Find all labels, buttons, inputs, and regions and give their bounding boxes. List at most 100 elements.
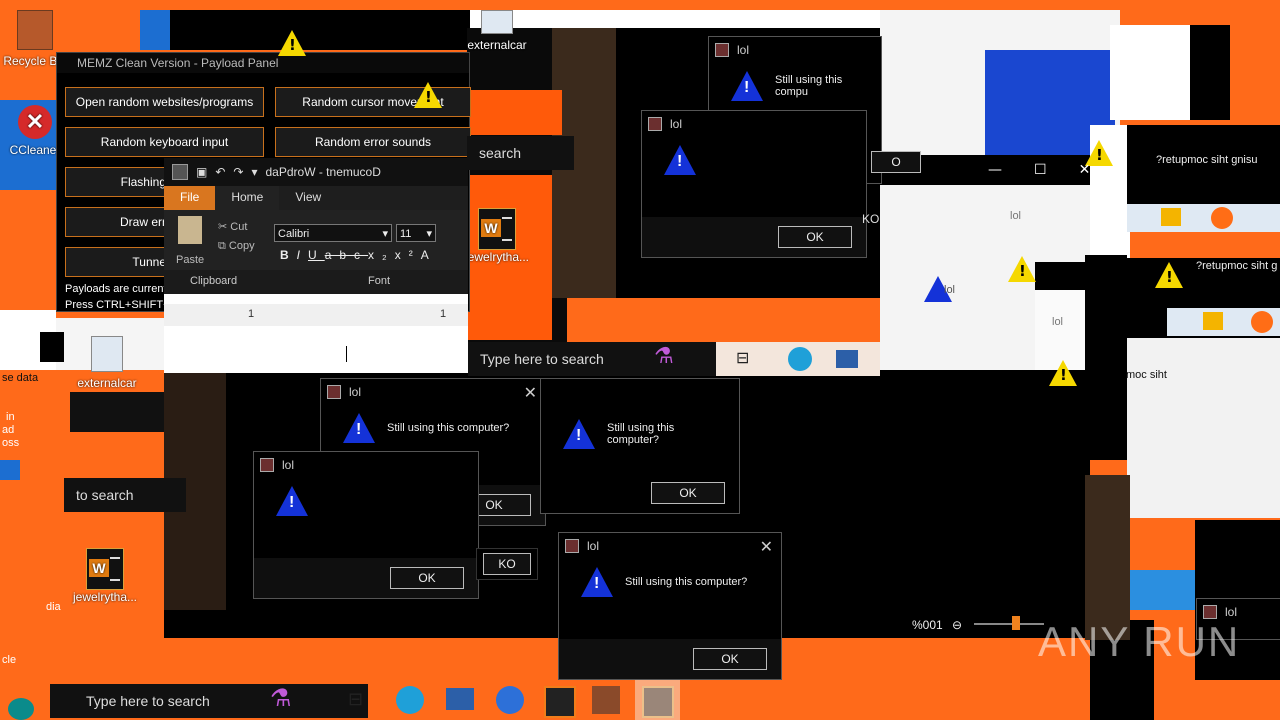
undo-icon[interactable]: ↶ [215, 165, 225, 179]
zoom-out-icon[interactable]: ⊖ [952, 618, 962, 632]
save-icon[interactable]: ▣ [196, 165, 207, 179]
search-box-fragment[interactable]: to search [64, 478, 186, 512]
jewelry-doc-shortcut-dup[interactable]: W jewelrytha... [462, 208, 532, 264]
ruler-mark: 1 [440, 308, 447, 320]
jewelry-doc-shortcut[interactable]: W jewelrytha... [70, 548, 140, 604]
ok-button[interactable]: OK [778, 226, 852, 248]
tunnel-button[interactable]: Tunne [65, 247, 171, 277]
desktop-fragment-text: cle [2, 654, 17, 666]
close-icon[interactable]: ✕ [524, 383, 537, 403]
file-explorer-icon[interactable] [1161, 208, 1181, 226]
draw-errors-button[interactable]: Draw err [65, 207, 171, 237]
dialog-message: Still using this computer? [387, 422, 510, 434]
minimize-icon[interactable]: — [988, 162, 1034, 178]
mirrored-message: ?retupmoc siht g [1196, 260, 1278, 272]
glitch-orange-block [467, 90, 562, 135]
firefox-icon[interactable] [1211, 207, 1233, 229]
subscript-icon[interactable]: x₂ [368, 248, 395, 262]
warning-icon: ! [414, 82, 442, 108]
taskbar-active-block [635, 680, 680, 720]
random-keyboard-button[interactable]: Random keyboard input [65, 127, 264, 157]
open-websites-button[interactable]: Open random websites/programs [65, 87, 264, 117]
taskbar-search-box[interactable]: Type here to search [468, 342, 728, 376]
maximize-icon[interactable]: ☐ [1034, 162, 1079, 178]
flashing-button[interactable]: Flashing [65, 167, 171, 197]
search-label: search [479, 145, 522, 161]
copy-button[interactable]: ⧉ Copy [218, 240, 255, 253]
ok-button[interactable]: OK [651, 482, 725, 504]
font-name-select[interactable]: Calibri ▾ [274, 224, 392, 242]
memz-hotkey-line: Press CTRL+SHIFT+ [65, 299, 170, 311]
wordpad-doc-icon: W [478, 208, 516, 250]
zoom-slider[interactable] [974, 616, 1044, 630]
externalcar-shortcut-dup[interactable]: externalcar [462, 10, 532, 52]
firefox-icon[interactable] [496, 686, 524, 714]
firefox-icon[interactable] [1251, 311, 1273, 333]
clipboard-group-label: Clipboard [190, 275, 238, 287]
font-name-value: Calibri [278, 228, 310, 240]
document-area[interactable] [228, 332, 468, 373]
desktop-fragment-text: se data [2, 372, 39, 384]
strikethrough-icon[interactable]: abc [325, 248, 368, 262]
edge-icon[interactable] [788, 347, 812, 371]
zoom-slider-thumb[interactable] [1012, 616, 1020, 630]
search-box-fragment[interactable]: search [467, 136, 574, 170]
taskbar-search-box[interactable]: Type here to search [50, 684, 368, 718]
taskbar: Type here to search ⚗ ⊟ [40, 680, 1090, 720]
edge-icon[interactable] [396, 686, 424, 714]
font-color-icon[interactable]: A [421, 248, 437, 262]
bold-icon[interactable]: B [280, 248, 297, 262]
paste-icon[interactable] [178, 216, 202, 244]
lol-dialog: lol ! OK [641, 110, 867, 258]
image-file-icon [91, 336, 123, 372]
font-size-value: 11 [400, 228, 412, 240]
dialog-title: lol [1225, 605, 1238, 619]
redo-icon[interactable]: ↷ [233, 165, 243, 179]
task-view-icon[interactable]: ⊟ [736, 348, 749, 367]
ok-button[interactable]: OK [390, 567, 464, 589]
warning-icon: ! [1049, 360, 1077, 386]
cut-label: Cut [230, 221, 248, 233]
file-explorer-icon[interactable] [446, 688, 474, 710]
search-label: to search [76, 487, 134, 503]
start-button-fragment[interactable] [8, 698, 34, 720]
ok-button-mirrored[interactable]: KO [483, 553, 531, 575]
file-explorer-icon[interactable] [836, 350, 858, 368]
tab-home[interactable]: Home [215, 186, 280, 210]
warning-icon: ! [563, 419, 595, 449]
warning-icon: ! [343, 413, 375, 443]
italic-icon[interactable]: I [297, 248, 308, 262]
close-icon[interactable]: ✕ [760, 537, 773, 557]
dialog-title: lol [349, 385, 362, 399]
dialog-title: lol [944, 284, 956, 296]
glitch-black-block [1085, 255, 1127, 460]
desktop-fragment-text: dia [46, 601, 61, 613]
customize-icon[interactable]: ▾ [251, 165, 257, 179]
tab-file[interactable]: File [164, 186, 216, 210]
superscript-icon[interactable]: x² [395, 248, 421, 262]
ok-button-mirrored[interactable]: KO [862, 212, 879, 226]
ok-button[interactable]: OK [693, 648, 767, 670]
glitch-white-block [1127, 338, 1280, 518]
underline-icon[interactable]: U [308, 248, 325, 262]
externalcar-shortcut[interactable]: externalcar [72, 336, 142, 390]
app-window-icon[interactable] [544, 686, 576, 718]
recycle-bin-icon [17, 10, 53, 50]
ribbon-tabs: File Home View [164, 186, 468, 210]
tab-view[interactable]: View [279, 186, 337, 210]
random-error-sounds-button[interactable]: Random error sounds [275, 127, 471, 157]
memz-status-line: Payloads are current [65, 283, 167, 295]
warning-icon: ! [664, 145, 696, 175]
window-controls: —☐✕ [988, 162, 1122, 178]
ok-button[interactable]: O [871, 151, 921, 173]
file-explorer-icon[interactable] [1203, 312, 1223, 330]
notebook-app-icon[interactable] [592, 686, 620, 714]
search-placeholder: Type here to search [86, 693, 210, 709]
font-format-buttons: BIUabcx₂x²A [280, 248, 437, 262]
task-view-icon[interactable]: ⊟ [348, 689, 363, 710]
taskbar-fragment: ⊟ [716, 342, 880, 376]
close-icon[interactable]: ✕ [1079, 162, 1123, 178]
zoom-value: %001 [912, 618, 943, 632]
cut-button[interactable]: ✂ Cut [218, 220, 247, 233]
font-size-select[interactable]: 11 ▾ [396, 224, 436, 242]
